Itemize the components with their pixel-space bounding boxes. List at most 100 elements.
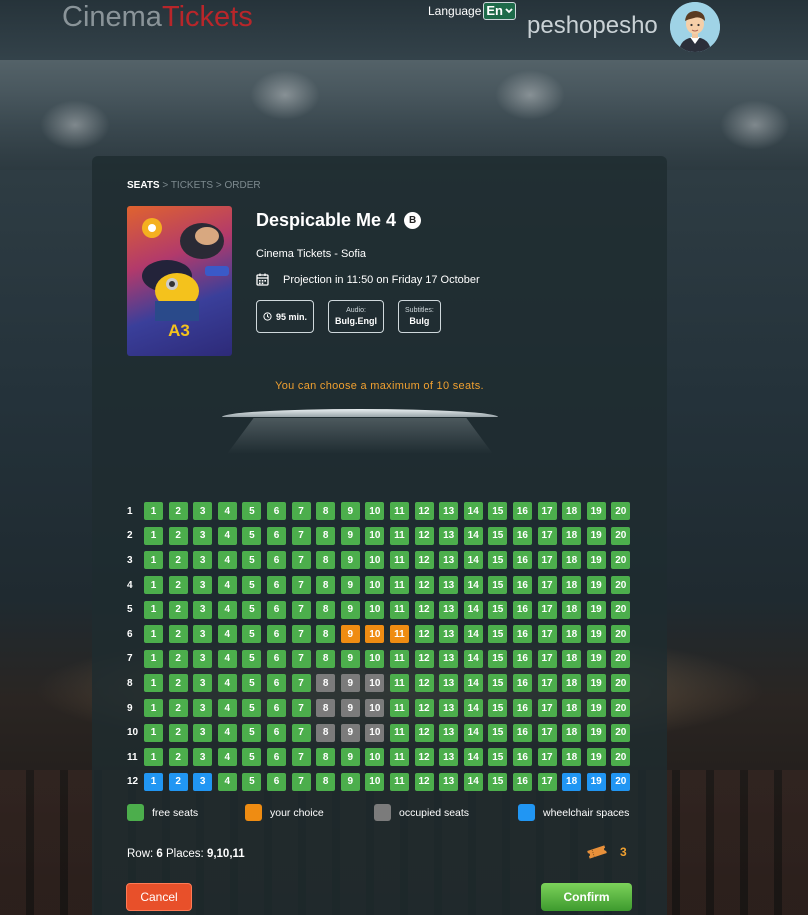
seat-free[interactable]: 13 bbox=[439, 748, 459, 767]
seat-free[interactable]: 20 bbox=[611, 649, 631, 668]
seat-free[interactable]: 12 bbox=[414, 723, 434, 742]
seat-free[interactable]: 3 bbox=[193, 576, 213, 595]
seat-free[interactable]: 10 bbox=[365, 649, 385, 668]
seat-free[interactable]: 20 bbox=[611, 625, 631, 644]
seat-free[interactable]: 13 bbox=[439, 772, 459, 791]
seat-free[interactable]: 6 bbox=[266, 748, 286, 767]
seat-free[interactable]: 16 bbox=[512, 748, 532, 767]
seat-free[interactable]: 20 bbox=[611, 699, 631, 718]
seat-free[interactable]: 3 bbox=[193, 502, 213, 521]
seat-free[interactable]: 11 bbox=[389, 551, 409, 570]
seat-free[interactable]: 8 bbox=[316, 748, 336, 767]
seat-free[interactable]: 4 bbox=[217, 649, 237, 668]
seat-free[interactable]: 4 bbox=[217, 576, 237, 595]
breadcrumb-tickets[interactable]: TICKETS bbox=[171, 180, 213, 191]
seat-free[interactable]: 8 bbox=[316, 600, 336, 619]
seat-free[interactable]: 12 bbox=[414, 551, 434, 570]
seat-free[interactable]: 20 bbox=[611, 748, 631, 767]
seat-free[interactable]: 15 bbox=[488, 772, 508, 791]
seat-free[interactable]: 7 bbox=[291, 551, 311, 570]
seat-free[interactable]: 6 bbox=[266, 649, 286, 668]
seat-free[interactable]: 7 bbox=[291, 674, 311, 693]
seat-free[interactable]: 16 bbox=[512, 649, 532, 668]
seat-free[interactable]: 8 bbox=[316, 526, 336, 545]
seat-free[interactable]: 2 bbox=[168, 551, 188, 570]
seat-free[interactable]: 17 bbox=[537, 625, 557, 644]
seat-free[interactable]: 18 bbox=[562, 600, 582, 619]
seat-free[interactable]: 9 bbox=[340, 649, 360, 668]
seat-free[interactable]: 11 bbox=[389, 699, 409, 718]
seat-free[interactable]: 3 bbox=[193, 600, 213, 619]
seat-free[interactable]: 16 bbox=[512, 699, 532, 718]
seat-free[interactable]: 1 bbox=[144, 649, 163, 668]
seat-free[interactable]: 9 bbox=[340, 576, 360, 595]
seat-free[interactable]: 16 bbox=[512, 576, 532, 595]
seat-free[interactable]: 1 bbox=[144, 699, 163, 718]
seat-free[interactable]: 5 bbox=[242, 699, 262, 718]
seat-free[interactable]: 10 bbox=[365, 502, 385, 521]
seat-free[interactable]: 11 bbox=[389, 674, 409, 693]
seat-free[interactable]: 20 bbox=[611, 502, 631, 521]
seat-free[interactable]: 9 bbox=[340, 551, 360, 570]
seat-free[interactable]: 19 bbox=[586, 649, 606, 668]
seat-free[interactable]: 12 bbox=[414, 502, 434, 521]
seat-free[interactable]: 5 bbox=[242, 748, 262, 767]
seat-free[interactable]: 19 bbox=[586, 502, 606, 521]
seat-free[interactable]: 17 bbox=[537, 748, 557, 767]
seat-free[interactable]: 14 bbox=[463, 526, 483, 545]
seat-free[interactable]: 20 bbox=[611, 600, 631, 619]
seat-free[interactable]: 18 bbox=[562, 748, 582, 767]
breadcrumb-seats[interactable]: SEATS bbox=[127, 180, 160, 191]
seat-free[interactable]: 14 bbox=[463, 625, 483, 644]
seat-free[interactable]: 13 bbox=[439, 551, 459, 570]
seat-free[interactable]: 4 bbox=[217, 625, 237, 644]
seat-free[interactable]: 7 bbox=[291, 723, 311, 742]
seat-free[interactable]: 12 bbox=[414, 748, 434, 767]
seat-free[interactable]: 16 bbox=[512, 502, 532, 521]
seat-free[interactable]: 6 bbox=[266, 551, 286, 570]
seat-free[interactable]: 12 bbox=[414, 772, 434, 791]
seat-free[interactable]: 9 bbox=[340, 526, 360, 545]
seat-free[interactable]: 14 bbox=[463, 600, 483, 619]
seat-free[interactable]: 19 bbox=[586, 748, 606, 767]
confirm-button[interactable]: Confirm bbox=[541, 883, 632, 911]
seat-free[interactable]: 19 bbox=[586, 600, 606, 619]
seat-free[interactable]: 15 bbox=[488, 699, 508, 718]
seat-free[interactable]: 12 bbox=[414, 649, 434, 668]
seat-free[interactable]: 4 bbox=[217, 674, 237, 693]
seat-free[interactable]: 8 bbox=[316, 625, 336, 644]
seat-free[interactable]: 18 bbox=[562, 576, 582, 595]
seat-free[interactable]: 7 bbox=[291, 748, 311, 767]
seat-free[interactable]: 15 bbox=[488, 600, 508, 619]
seat-free[interactable]: 16 bbox=[512, 723, 532, 742]
seat-free[interactable]: 10 bbox=[365, 576, 385, 595]
seat-free[interactable]: 11 bbox=[389, 772, 409, 791]
seat-free[interactable]: 3 bbox=[193, 649, 213, 668]
seat-free[interactable]: 20 bbox=[611, 723, 631, 742]
seat-free[interactable]: 15 bbox=[488, 502, 508, 521]
seat-free[interactable]: 4 bbox=[217, 551, 237, 570]
seat-free[interactable]: 5 bbox=[242, 600, 262, 619]
seat-free[interactable]: 7 bbox=[291, 600, 311, 619]
seat-wheelchair[interactable]: 1 bbox=[144, 772, 163, 791]
seat-free[interactable]: 17 bbox=[537, 576, 557, 595]
seat-free[interactable]: 4 bbox=[217, 600, 237, 619]
seat-free[interactable]: 2 bbox=[168, 625, 188, 644]
seat-free[interactable]: 8 bbox=[316, 772, 336, 791]
seat-free[interactable]: 17 bbox=[537, 649, 557, 668]
seat-free[interactable]: 17 bbox=[537, 526, 557, 545]
seat-free[interactable]: 15 bbox=[488, 674, 508, 693]
seat-free[interactable]: 13 bbox=[439, 502, 459, 521]
seat-free[interactable]: 4 bbox=[217, 772, 237, 791]
seat-free[interactable]: 7 bbox=[291, 526, 311, 545]
seat-free[interactable]: 19 bbox=[586, 674, 606, 693]
seat-free[interactable]: 20 bbox=[611, 576, 631, 595]
seat-free[interactable]: 12 bbox=[414, 625, 434, 644]
seat-free[interactable]: 10 bbox=[365, 526, 385, 545]
seat-free[interactable]: 13 bbox=[439, 723, 459, 742]
seat-free[interactable]: 7 bbox=[291, 649, 311, 668]
seat-free[interactable]: 6 bbox=[266, 625, 286, 644]
seat-free[interactable]: 6 bbox=[266, 526, 286, 545]
seat-wheelchair[interactable]: 20 bbox=[611, 772, 631, 791]
seat-free[interactable]: 10 bbox=[365, 551, 385, 570]
